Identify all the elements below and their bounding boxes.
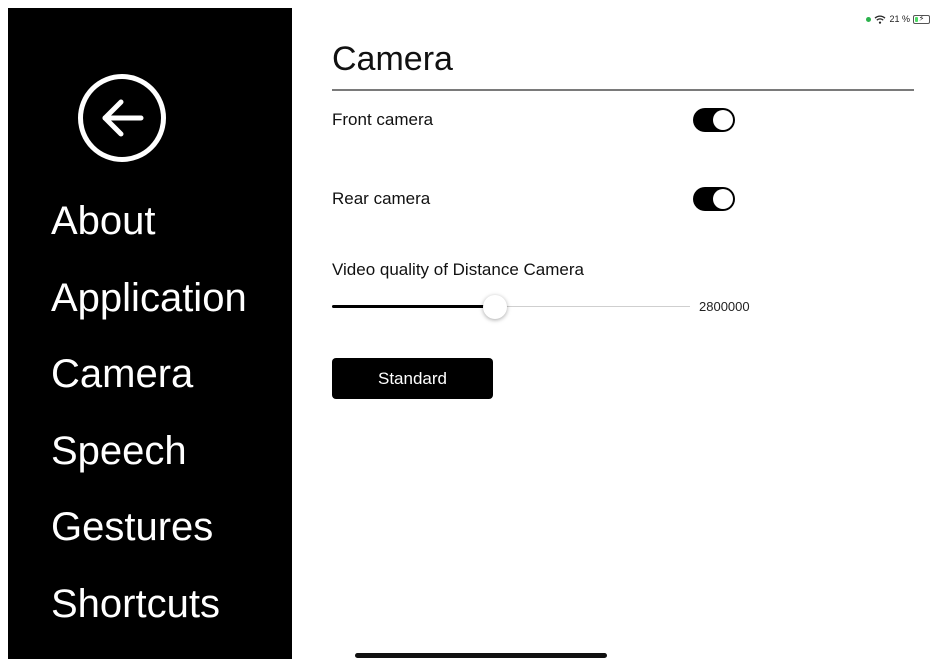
sidebar-item-gestures[interactable]: Gestures bbox=[51, 503, 213, 551]
status-dot bbox=[866, 16, 872, 22]
back-button[interactable] bbox=[78, 74, 166, 162]
sidebar-item-about[interactable]: About bbox=[51, 197, 156, 245]
standard-button[interactable]: Standard bbox=[332, 358, 493, 399]
toggle-knob bbox=[713, 110, 733, 130]
video-quality-value: 2800000 bbox=[699, 299, 750, 314]
rear-camera-toggle[interactable] bbox=[693, 187, 735, 211]
front-camera-label: Front camera bbox=[332, 110, 434, 129]
rear-camera-label: Rear camera bbox=[332, 189, 431, 208]
battery-level-fill bbox=[915, 16, 918, 22]
front-camera-toggle[interactable] bbox=[693, 108, 735, 132]
battery-percent: 21 % bbox=[889, 14, 910, 24]
wifi-icon bbox=[875, 14, 886, 24]
sidebar-item-application[interactable]: Application bbox=[51, 274, 247, 322]
slider-thumb[interactable] bbox=[483, 295, 507, 319]
sidebar-item-speech[interactable]: Speech bbox=[51, 427, 187, 475]
page-title: Camera bbox=[332, 40, 453, 78]
arrow-left-icon bbox=[102, 99, 144, 137]
title-divider bbox=[332, 89, 914, 91]
slider-fill bbox=[332, 305, 495, 308]
sidebar: About Application Camera Speech Gestures… bbox=[8, 8, 292, 659]
bolt-icon: ⚡ bbox=[918, 14, 925, 23]
sidebar-item-shortcuts[interactable]: Shortcuts bbox=[51, 580, 220, 628]
sidebar-item-camera[interactable]: Camera bbox=[51, 350, 193, 398]
video-quality-slider[interactable] bbox=[332, 294, 690, 320]
toggle-knob bbox=[713, 189, 733, 209]
status-bar: 21 % ⚡ bbox=[866, 12, 930, 26]
battery-charging-icon: ⚡ bbox=[913, 14, 930, 24]
home-indicator[interactable] bbox=[355, 653, 607, 658]
video-quality-label: Video quality of Distance Camera bbox=[332, 260, 584, 279]
